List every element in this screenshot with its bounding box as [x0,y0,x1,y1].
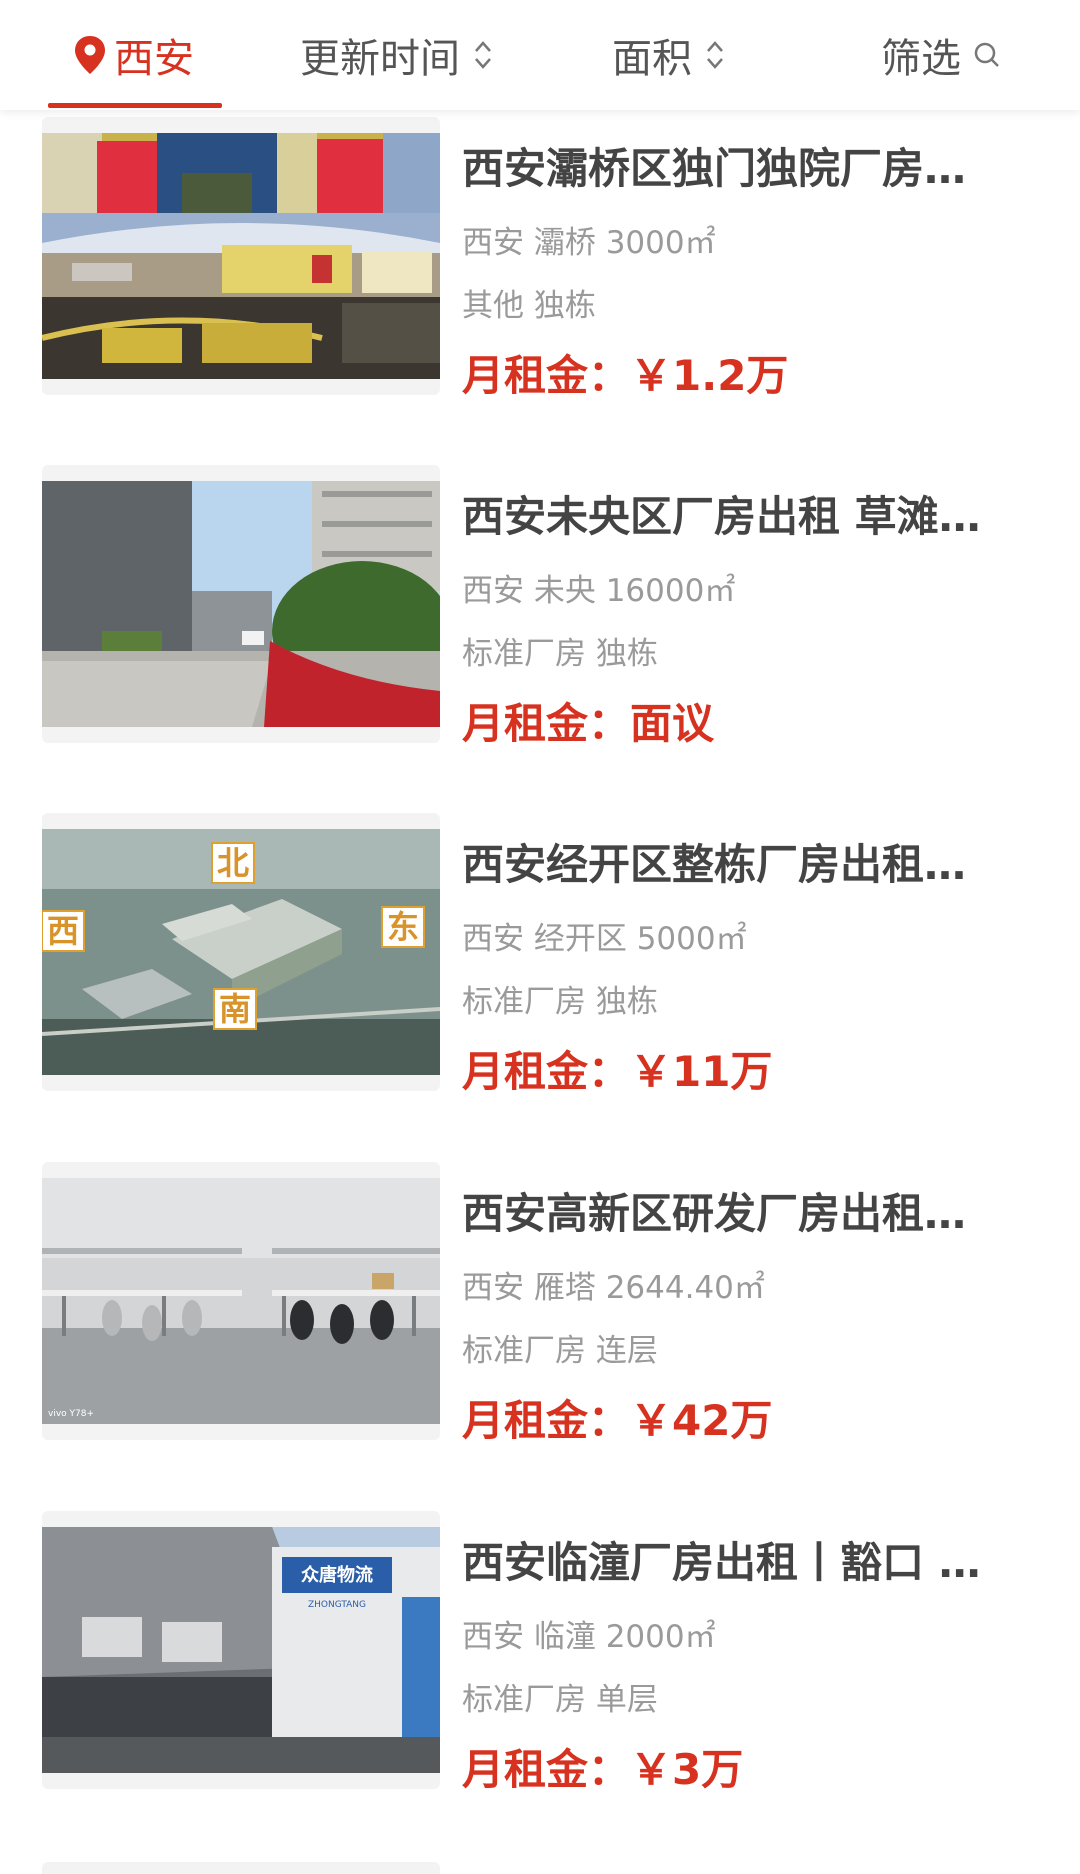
photo-sign-latin: ZHONGTANG [308,1600,366,1610]
listing-location-area: 西安 雁塔 2644.40㎡ [462,1270,765,1306]
filter-button[interactable]: 筛选 [881,0,1001,110]
active-tab-indicator [48,103,222,108]
listing-title: 西安经开区整栋厂房出租… [462,840,967,889]
listing-property-type: 其他 独栋 [462,288,596,324]
listing-photo-factory-street [42,481,440,727]
listing-photo-lab-interior: vivo Y78+ [42,1178,440,1424]
listing-photo-logistics-warehouse: 众唐物流 ZHONGTANG [42,1527,440,1773]
sort-arrows-icon [707,41,723,69]
listing-card[interactable]: 西安灞桥区独门独院厂房… 西安 灞桥 3000㎡ 其他 独栋 月租金：￥1.2万 [0,117,1080,400]
listing-thumbnail-frame [42,117,440,395]
filter-bar: 西安 更新时间 面积 筛选 [0,0,1080,110]
price-value: ￥11万 [630,1047,773,1096]
listing-price: 月租金：￥1.2万 [462,342,788,403]
listing-property-type: 标准厂房 单层 [462,1682,658,1718]
listing-card[interactable]: 北 西 东 南 西安经开区整栋厂房出租… 西安 经开区 5000㎡ 标准厂房 独… [0,813,1080,1096]
listing-card[interactable]: vivo Y78+ 西安高新区研发厂房出租… 西安 雁塔 2644.40㎡ 标准… [0,1162,1080,1445]
location-pin-icon [75,36,105,74]
listing-property-type: 标准厂房 独栋 [462,636,658,672]
price-label: 月租金： [462,1745,631,1794]
listing-price: 月租金：面议 [462,690,714,751]
listing-thumbnail-frame: 众唐物流 ZHONGTANG [42,1511,440,1789]
listing-property-type: 标准厂房 独栋 [462,984,658,1020]
listing-location-area: 西安 未央 16000㎡ [462,573,736,609]
listing-title: 西安未央区厂房出租 草滩… [462,492,981,541]
listing-property-type: 标准厂房 连层 [462,1333,658,1369]
sort-by-update-time[interactable]: 更新时间 [300,0,494,110]
price-value: ￥3万 [630,1745,744,1794]
listing-location-area: 西安 经开区 5000㎡ [462,921,747,957]
price-label: 月租金： [462,1047,631,1096]
listing-price: 月租金：￥3万 [462,1736,743,1797]
search-icon [974,42,999,67]
listing-location-area: 西安 临潼 2000㎡ [462,1619,716,1655]
photo-label-east: 东 [387,908,419,946]
listing-photo-factory-yard [42,133,440,379]
filter-label: 筛选 [881,36,961,82]
price-label: 月租金： [462,699,631,748]
listing-location-area: 西安 灞桥 3000㎡ [462,225,716,261]
listing-page: 西安 更新时间 面积 筛选 西安灞桥区独门独院厂房… 西安 灞桥 3000㎡ 其… [0,0,1080,1874]
listing-thumbnail-frame: vivo Y78+ [42,1162,440,1440]
city-selector[interactable]: 西安 [72,0,194,110]
price-value: ￥1.2万 [630,351,789,400]
listing-thumbnail-frame [42,465,440,743]
price-label: 月租金： [462,351,631,400]
listing-photo-aerial-render: 北 西 东 南 [42,829,440,1075]
listing-price: 月租金：￥42万 [462,1387,772,1448]
city-label: 西安 [114,36,194,82]
price-value: 面议 [630,699,715,748]
next-listing-thumbnail-partial[interactable] [42,1862,440,1874]
photo-label-west: 西 [47,912,79,950]
listing-thumbnail-frame: 北 西 东 南 [42,813,440,1091]
sort-arrows-icon [475,41,491,69]
update-time-label: 更新时间 [300,36,460,82]
listing-title: 西安高新区研发厂房出租… [462,1189,967,1238]
area-label: 面积 [612,36,692,82]
listing-title: 西安灞桥区独门独院厂房… [462,144,967,193]
price-value: ￥42万 [630,1396,773,1445]
photo-label-south: 南 [219,990,251,1028]
listing-card[interactable]: 众唐物流 ZHONGTANG 西安临潼厂房出租丨豁口 … 西安 临潼 2000㎡… [0,1511,1080,1794]
sort-by-area[interactable]: 面积 [612,0,726,110]
photo-watermark: vivo Y78+ [48,1409,94,1419]
photo-sign-chinese: 众唐物流 [301,1564,373,1586]
photo-label-north: 北 [217,844,249,882]
price-label: 月租金： [462,1396,631,1445]
listing-title: 西安临潼厂房出租丨豁口 … [462,1538,981,1587]
listing-card[interactable]: 西安未央区厂房出租 草滩… 西安 未央 16000㎡ 标准厂房 独栋 月租金：面… [0,465,1080,748]
listing-price: 月租金：￥11万 [462,1038,772,1099]
